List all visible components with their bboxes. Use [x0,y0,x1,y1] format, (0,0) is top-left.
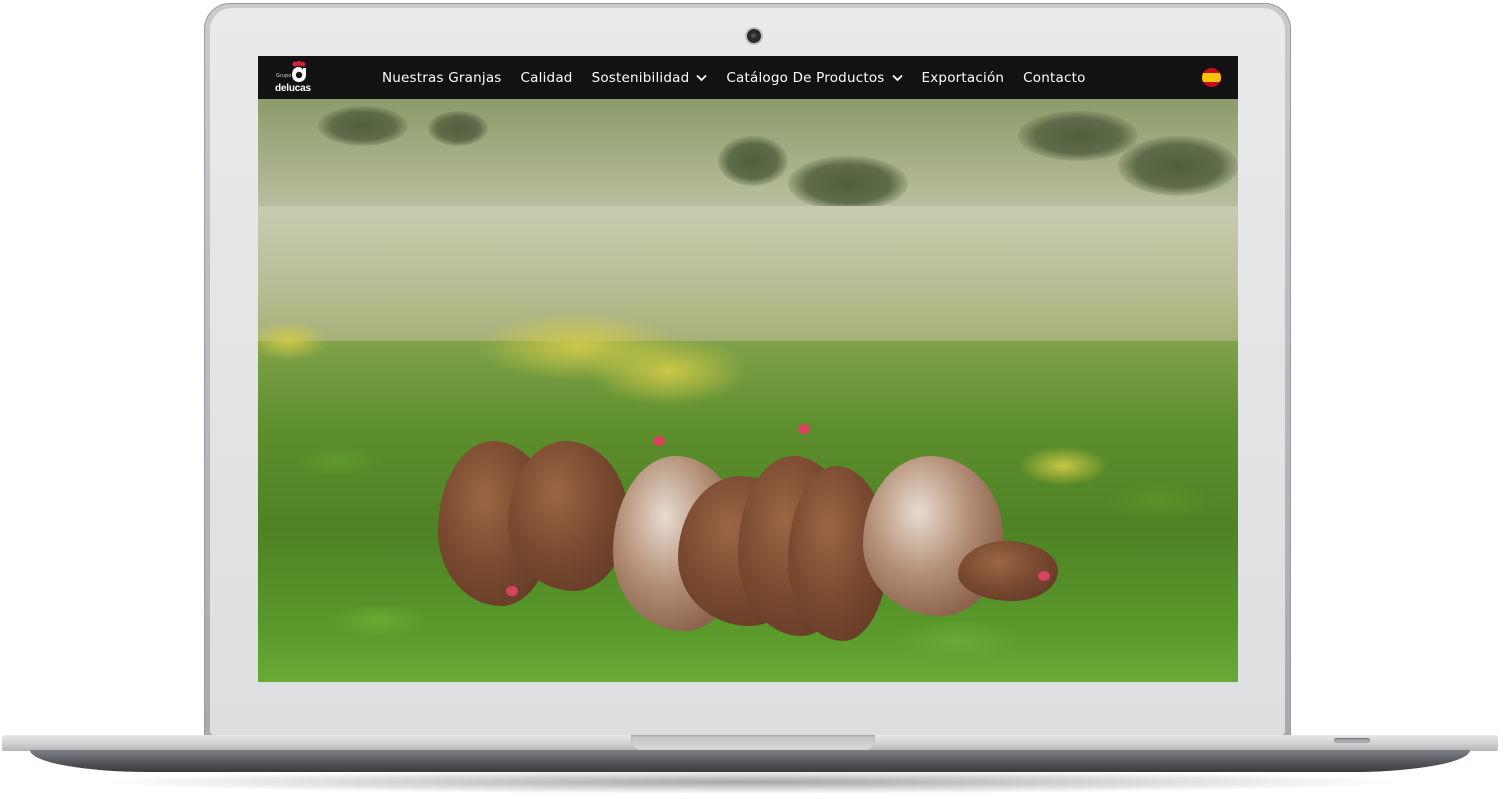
nav-item-exportacion[interactable]: Exportación [922,70,1005,86]
browser-viewport: Grupo delucas Nuestras Granjas Calidad S… [258,56,1238,682]
bush [318,106,408,146]
spain-flag-icon[interactable] [1202,68,1221,87]
laptop-base-underside [30,750,1470,772]
hen [508,441,628,591]
logo-wordmark: delucas [275,83,311,94]
nav-item-label: Sostenibilidad [591,69,690,86]
chevron-down-icon [696,74,708,81]
nav-item-contacto[interactable]: Contacto [1023,70,1085,86]
bush [788,156,908,211]
nav-item-label: Exportación [921,69,1005,86]
bush [718,136,788,186]
nav-item-catalogo[interactable]: Catálogo De Productos [726,69,903,86]
top-navigation: Grupo delucas Nuestras Granjas Calidad S… [258,56,1238,99]
hen-comb [653,436,665,446]
main-menu: Nuestras Granjas Calidad Sostenibilidad … [382,56,1105,99]
bush [1018,111,1138,161]
bush [428,111,488,146]
nav-item-label: Contacto [1023,69,1086,86]
nav-item-label: Calidad [520,69,573,86]
laptop-shadow [90,770,1410,794]
laptop-opening-notch [631,735,875,750]
logo-prefix: Grupo [276,73,292,79]
bush [1118,136,1238,196]
flower-patch [1018,446,1108,486]
chevron-down-icon [891,74,903,81]
hen-comb [506,586,518,596]
site-logo[interactable]: Grupo delucas [274,61,312,95]
hen-comb [1038,571,1050,581]
hen-comb [798,424,810,434]
nav-item-nuestras-granjas[interactable]: Nuestras Granjas [382,70,502,86]
nav-item-label: Nuestras Granjas [382,69,502,86]
nav-item-sostenibilidad[interactable]: Sostenibilidad [592,70,708,86]
nav-item-label: Catálogo De Productos [726,69,885,86]
webcam-icon [747,29,761,43]
nav-item-calidad[interactable]: Calidad [521,70,573,86]
status-led [1334,738,1370,743]
hero-image [258,56,1238,682]
logo-rooster-icon [292,61,306,82]
flower-patch [588,336,748,406]
